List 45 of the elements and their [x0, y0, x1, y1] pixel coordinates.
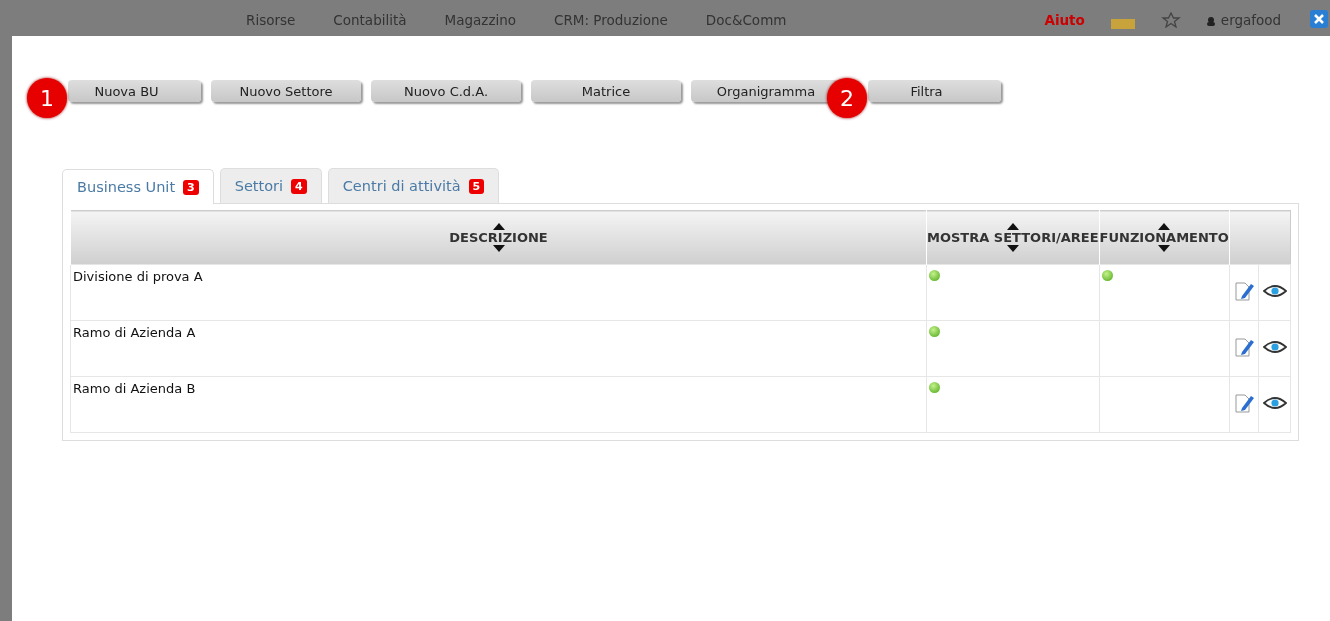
user-icon	[1206, 17, 1215, 26]
edit-icon[interactable]	[1233, 392, 1256, 414]
edit-icon[interactable]	[1233, 280, 1256, 302]
menu-item[interactable]: Magazzino	[444, 12, 517, 28]
column-header	[1229, 210, 1291, 265]
toolbar-button[interactable]: Nuovo Settore	[211, 80, 361, 102]
table-cell: Divisione di prova A	[70, 264, 927, 321]
menu-item[interactable]: Risorse	[246, 12, 296, 28]
sort-down-icon[interactable]	[1006, 245, 1019, 252]
sort-up-icon[interactable]	[1158, 223, 1171, 230]
badge: 4	[291, 178, 307, 194]
sort-down-icon[interactable]	[1158, 245, 1171, 252]
sort-down-icon[interactable]	[492, 245, 505, 252]
callout-marker: 1	[27, 78, 67, 118]
tab[interactable]: Business Unit 3	[62, 169, 214, 204]
edit-icon[interactable]	[1233, 336, 1256, 358]
view-icon[interactable]	[1262, 340, 1287, 354]
close-icon[interactable]	[1310, 10, 1328, 28]
table-cell: Ramo di Azienda B	[70, 376, 927, 433]
sort-up-icon[interactable]	[492, 223, 505, 230]
menu-item[interactable]: Doc&Comm	[705, 12, 787, 28]
column-header[interactable]: FUNZIONAMENTO	[1099, 210, 1230, 265]
menu-item[interactable]: CRM: Produzione	[554, 12, 668, 28]
user-name[interactable]: ergafood	[1220, 12, 1282, 28]
status-dot	[929, 382, 940, 393]
star-icon[interactable]	[1160, 12, 1181, 28]
status-dot	[929, 270, 940, 281]
callout-marker: 2	[827, 78, 867, 118]
toolbar-button[interactable]: Nuova BU	[68, 80, 201, 102]
view-icon[interactable]	[1262, 396, 1287, 410]
column-header[interactable]: MOSTRA SETTORI/AREE	[926, 210, 1100, 265]
status-dot	[929, 326, 940, 337]
toolbar-button[interactable]: Filtra	[868, 80, 1001, 102]
view-icon[interactable]	[1262, 284, 1287, 298]
menu-item[interactable]: Contabilità	[333, 12, 407, 28]
table-cell: Ramo di Azienda A	[70, 320, 927, 377]
toolbar-button[interactable]: Nuovo C.d.A.	[371, 80, 521, 102]
column-header[interactable]: DESCRIZIONE	[70, 210, 927, 265]
status-dot	[1101, 270, 1113, 281]
badge: 5	[468, 178, 485, 194]
tab[interactable]: Settori 4	[219, 168, 322, 203]
badge: 3	[183, 179, 199, 195]
sort-up-icon[interactable]	[1006, 223, 1019, 230]
toolbar-button[interactable]: Matrice	[531, 80, 681, 102]
tab[interactable]: Centri di attività 5	[327, 168, 500, 203]
